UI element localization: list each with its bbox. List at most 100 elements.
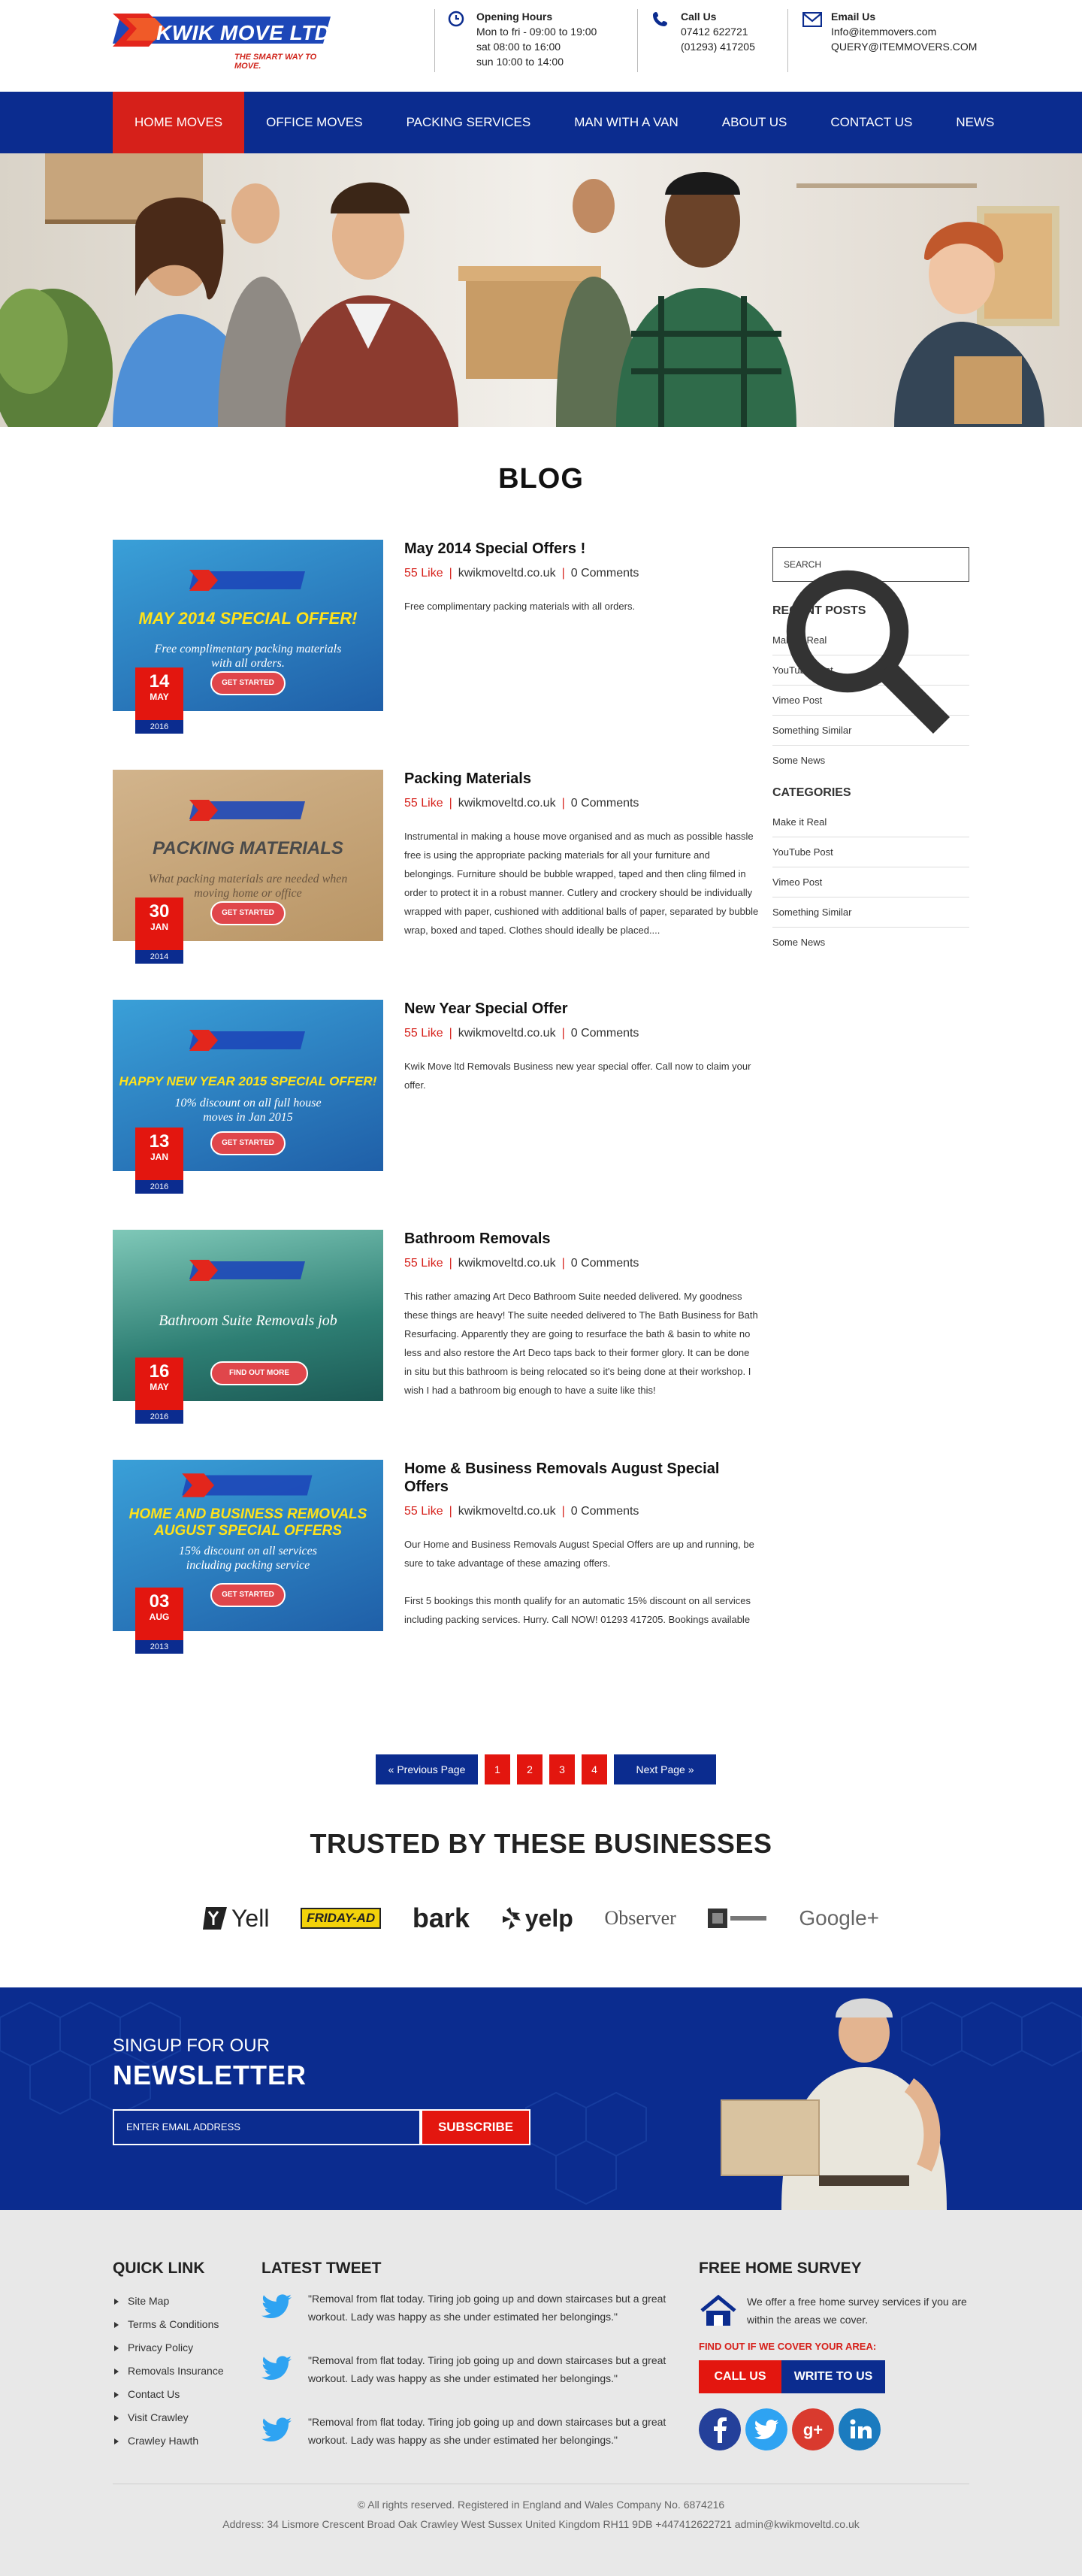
like-count[interactable]: 55 Like: [404, 797, 443, 810]
call-us: Call Us 07412 622721 (01293) 417205: [652, 9, 755, 54]
tweet-item: "Removal from flat today. Tiring job goi…: [261, 2290, 667, 2326]
post-image-subtitle: 15% discount on all services including p…: [179, 1545, 317, 1572]
nav-contact-us[interactable]: CONTACT US: [808, 92, 934, 153]
nav-news[interactable]: NEWS: [934, 92, 1016, 153]
post-site[interactable]: kwikmoveltd.co.uk: [458, 1257, 556, 1270]
email-address[interactable]: QUERY@ITEMMOVERS.COM: [831, 39, 977, 54]
hero-people-image: [0, 153, 1082, 427]
like-count[interactable]: 55 Like: [404, 567, 443, 580]
twitter-icon[interactable]: [745, 2408, 787, 2450]
header-divider: [434, 9, 435, 72]
brand-name: Yell: [231, 1904, 270, 1932]
post-site[interactable]: kwikmoveltd.co.uk: [458, 567, 556, 580]
nav-office-moves[interactable]: OFFICE MOVES: [244, 92, 384, 153]
phone-number[interactable]: 07412 622721: [681, 24, 755, 39]
blog-post: MAY 2014 SPECIAL OFFER! Free complimenta…: [113, 540, 759, 770]
google-plus-icon[interactable]: g+: [792, 2408, 834, 2450]
newsletter-email-input[interactable]: ENTER EMAIL ADDRESS: [113, 2109, 421, 2145]
comment-count[interactable]: 0 Comments: [571, 1257, 639, 1270]
write-to-us-button[interactable]: WRITE TO US: [781, 2360, 885, 2393]
like-count[interactable]: 55 Like: [404, 1505, 443, 1518]
footer-link-crawley-hawth[interactable]: Crawley Hawth: [113, 2429, 224, 2453]
find-out-more-button[interactable]: FIND OUT MORE: [210, 1361, 308, 1385]
phone-number[interactable]: (01293) 417205: [681, 39, 755, 54]
brand-name: FRIDAY-AD: [301, 1908, 382, 1929]
post-site[interactable]: kwikmoveltd.co.uk: [458, 1027, 556, 1040]
linkedin-icon[interactable]: [839, 2408, 881, 2450]
call-title: Call Us: [681, 11, 717, 23]
envelope-icon: [802, 12, 822, 27]
comment-count[interactable]: 0 Comments: [571, 797, 639, 810]
post-date-badge: 13 JAN 2016: [135, 1128, 183, 1194]
comment-count[interactable]: 0 Comments: [571, 567, 639, 580]
get-started-button[interactable]: GET STARTED: [210, 671, 286, 695]
page-number-button[interactable]: 4: [582, 1754, 607, 1784]
post-title[interactable]: May 2014 Special Offers !: [404, 540, 759, 558]
hours-line: sat 08:00 to 16:00: [476, 41, 561, 53]
nav-packing-services[interactable]: PACKING SERVICES: [385, 92, 553, 153]
post-title[interactable]: Bathroom Removals: [404, 1230, 759, 1248]
post-title[interactable]: Home & Business Removals August Special …: [404, 1460, 759, 1496]
post-site[interactable]: kwikmoveltd.co.uk: [458, 797, 556, 810]
nav-man-with-a-van[interactable]: MAN WITH A VAN: [552, 92, 700, 153]
footer-link-site-map[interactable]: Site Map: [113, 2290, 224, 2313]
recent-post-link[interactable]: Some News: [772, 746, 969, 776]
category-link[interactable]: Something Similar: [772, 898, 969, 928]
get-started-button[interactable]: GET STARTED: [210, 1583, 286, 1607]
footer-link-contact[interactable]: Contact Us: [113, 2383, 224, 2406]
like-count[interactable]: 55 Like: [404, 1257, 443, 1270]
category-link[interactable]: YouTube Post: [772, 837, 969, 867]
footer-link-visit-crawley[interactable]: Visit Crawley: [113, 2406, 224, 2429]
footer-link-privacy[interactable]: Privacy Policy: [113, 2336, 224, 2360]
like-count[interactable]: 55 Like: [404, 1027, 443, 1040]
get-started-button[interactable]: GET STARTED: [210, 901, 286, 925]
post-month: MAY: [150, 1382, 169, 1392]
email-address[interactable]: Info@itemmovers.com: [831, 24, 977, 39]
footer-link-terms[interactable]: Terms & Conditions: [113, 2313, 224, 2336]
comment-count[interactable]: 0 Comments: [571, 1505, 639, 1518]
twitter-bird-icon: [261, 2294, 292, 2318]
post-day: 30: [149, 901, 170, 922]
post-body: May 2014 Special Offers ! 55 Like | kwikmo…: [404, 540, 759, 616]
category-link[interactable]: Vimeo Post: [772, 867, 969, 898]
page-number-button[interactable]: 3: [549, 1754, 575, 1784]
copyright: © All rights reserved. Registered in Eng…: [357, 2499, 725, 2511]
post-year: 2013: [135, 1640, 183, 1654]
post-image-subtitle: 10% discount on all full house moves in …: [174, 1097, 322, 1124]
logo-text: KWIK MOVE LTD: [156, 21, 331, 44]
logo-tagline: THE SMART WAY TO MOVE.: [234, 53, 317, 71]
twitter-bird-icon: [261, 2356, 292, 2380]
comment-count[interactable]: 0 Comments: [571, 1027, 639, 1040]
post-site[interactable]: kwikmoveltd.co.uk: [458, 1505, 556, 1518]
previous-page-button[interactable]: « Previous Page: [376, 1754, 478, 1784]
latest-tweet-heading: LATEST TWEET: [261, 2260, 382, 2277]
top-header: KWIK MOVE LTD THE SMART WAY TO MOVE. Ope…: [0, 0, 1082, 92]
hours-line: Mon to fri - 09:00 to 19:00: [476, 26, 597, 38]
nav-home-moves[interactable]: HOME MOVES: [113, 92, 245, 153]
subscribe-button[interactable]: SUBSCRIBE: [421, 2109, 530, 2145]
page-number-button[interactable]: 1: [485, 1754, 510, 1784]
footer-link-insurance[interactable]: Removals Insurance: [113, 2360, 224, 2383]
post-title[interactable]: New Year Special Offer: [404, 1000, 759, 1018]
call-us-button[interactable]: CALL US: [699, 2360, 781, 2393]
post-meta: 55 Like | kwikmoveltd.co.uk | 0 Comments: [404, 567, 639, 580]
post-body: Home & Business Removals August Special …: [404, 1460, 759, 1629]
post-date-badge: 30 JAN 2014: [135, 898, 183, 964]
search-icon[interactable]: [772, 556, 960, 744]
post-title[interactable]: Packing Materials: [404, 770, 759, 788]
bark-logo: bark: [413, 1902, 470, 1934]
clock-icon: [448, 11, 464, 27]
post-date-badge: 14 MAY 2016: [135, 667, 183, 734]
get-started-button[interactable]: GET STARTED: [210, 1131, 286, 1155]
footer-address: Address: 34 Lismore Crescent Broad Oak C…: [222, 2518, 860, 2530]
site-logo[interactable]: KWIK MOVE LTD THE SMART WAY TO MOVE.: [113, 9, 338, 71]
facebook-icon[interactable]: [699, 2408, 741, 2450]
post-image-headline: HAPPY NEW YEAR 2015 SPECIAL OFFER!: [119, 1074, 377, 1088]
double-left-chevron-icon: «: [388, 1763, 397, 1775]
category-link[interactable]: Make it Real: [772, 807, 969, 837]
next-page-button[interactable]: Next Page »: [614, 1754, 716, 1784]
nav-about-us[interactable]: ABOUT US: [700, 92, 809, 153]
post-excerpt: Our Home and Business Removals August Sp…: [404, 1539, 754, 1569]
page-number-button[interactable]: 2: [517, 1754, 543, 1784]
category-link[interactable]: Some News: [772, 928, 969, 958]
